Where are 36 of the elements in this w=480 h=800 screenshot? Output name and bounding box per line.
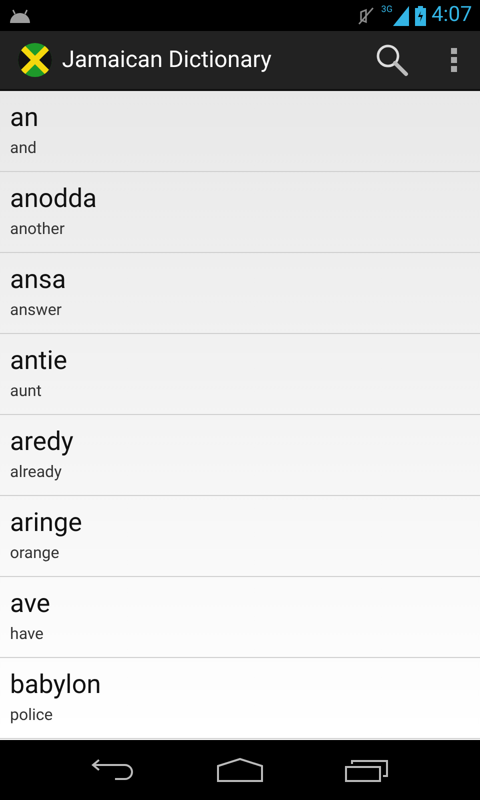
dictionary-entry[interactable]: ave have [0, 577, 480, 658]
entry-meaning: aunt [10, 380, 43, 402]
app-title: Jamaican Dictionary [62, 44, 272, 75]
clock: 4:07 [432, 2, 472, 29]
entry-word: aredy [10, 426, 74, 459]
entry-word: ansa [10, 264, 68, 297]
dictionary-entry[interactable]: antie aunt [0, 334, 480, 415]
home-icon [217, 758, 263, 782]
muted-icon [357, 6, 376, 26]
dictionary-entry[interactable]: aringe orange [0, 496, 480, 577]
entry-meaning: another [10, 218, 66, 240]
flag-icon [18, 43, 52, 77]
network-type: 3G [381, 6, 392, 14]
entry-word: ave [10, 588, 52, 621]
battery-icon [414, 6, 426, 26]
entry-meaning: have [10, 623, 45, 645]
android-icon [8, 8, 32, 24]
entry-word: an [10, 102, 40, 135]
dictionary-entry[interactable]: aredy already [0, 415, 480, 496]
entry-word: aringe [10, 507, 84, 540]
recent-apps-icon [345, 758, 389, 782]
entry-word: anodda [10, 183, 98, 216]
entry-meaning: already [10, 461, 63, 483]
entry-word: antie [10, 345, 68, 378]
signal-icon [392, 6, 408, 26]
dictionary-entry[interactable]: an and [0, 91, 480, 172]
search-icon [375, 43, 409, 77]
entry-meaning: answer [10, 299, 63, 321]
entry-meaning: and [10, 137, 38, 159]
entry-word: babylon [10, 669, 102, 702]
dictionary-entry[interactable]: ansa answer [0, 253, 480, 334]
entry-meaning: police [10, 704, 54, 726]
entry-meaning: orange [10, 542, 60, 564]
dictionary-entry[interactable]: anodda another [0, 172, 480, 253]
back-icon [91, 758, 135, 782]
dictionary-entry[interactable]: babylon police [0, 658, 480, 739]
